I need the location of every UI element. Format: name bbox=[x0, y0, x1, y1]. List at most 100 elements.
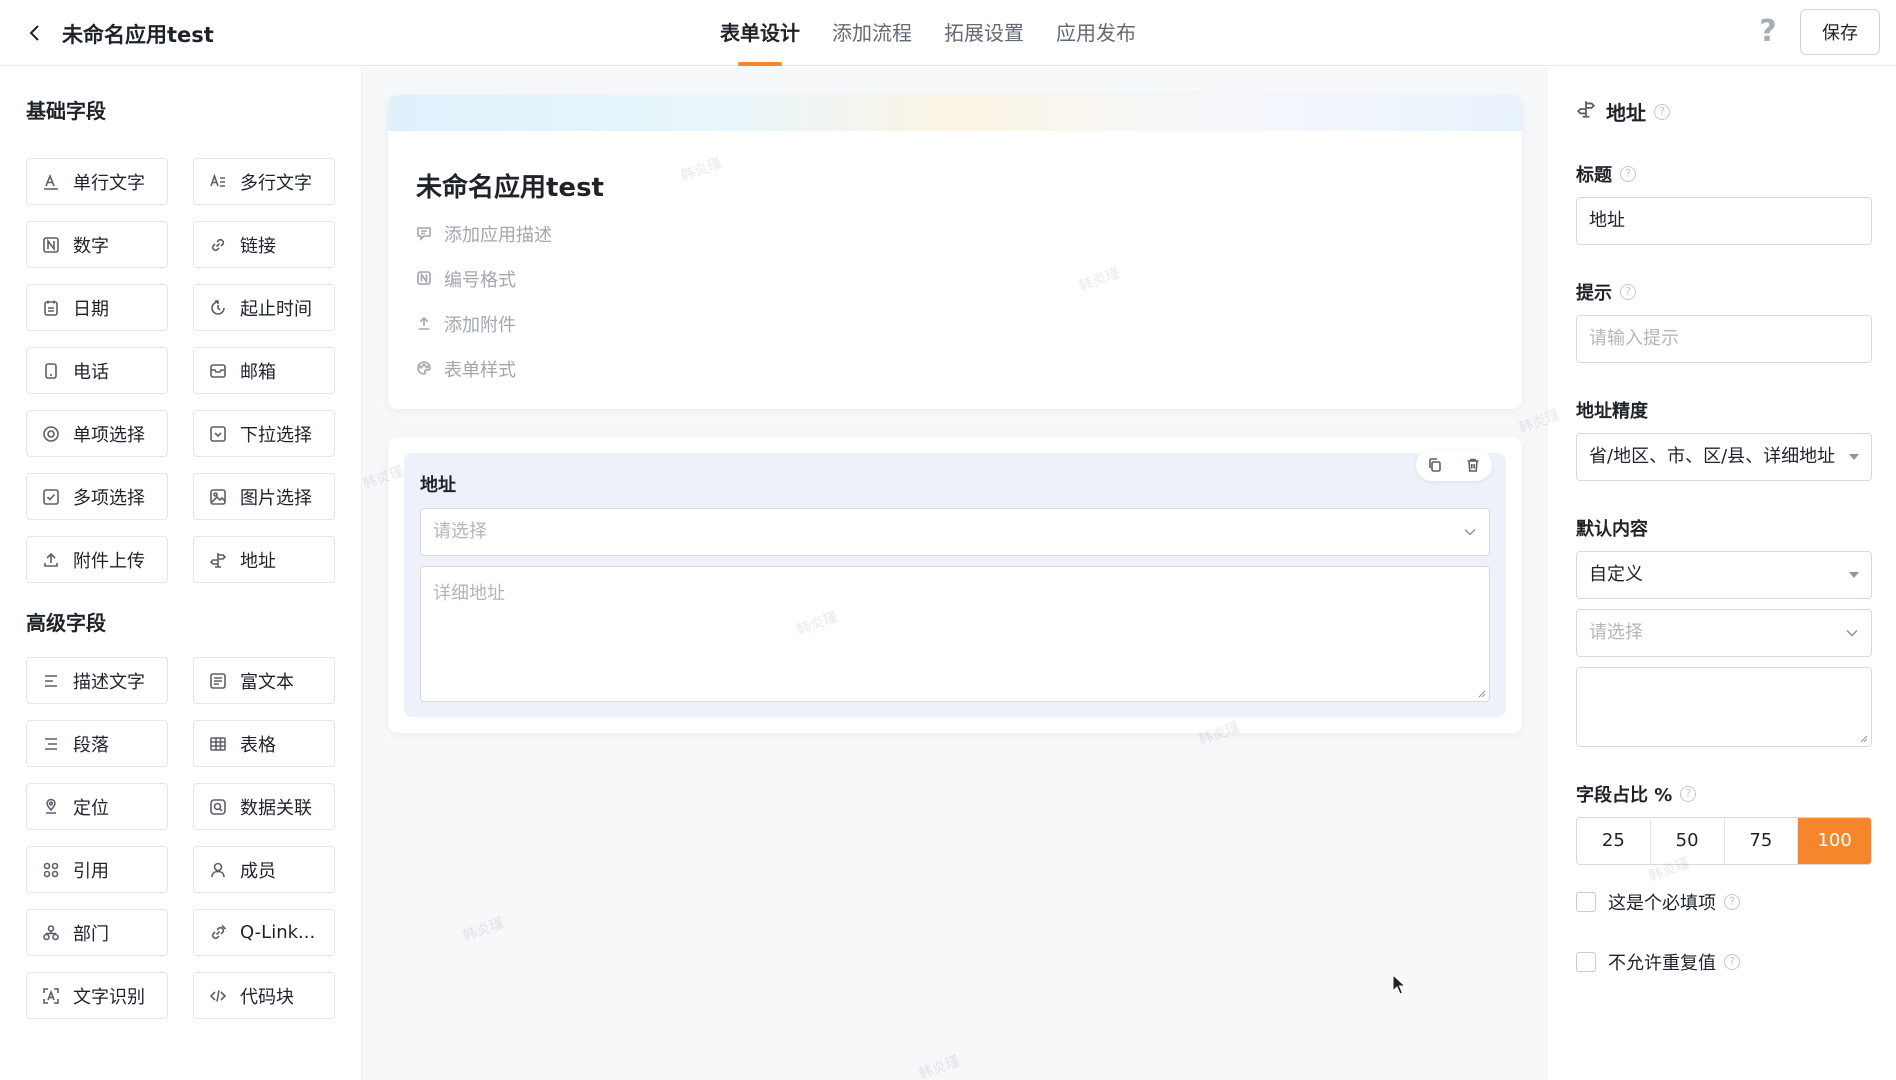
tab-form-design[interactable]: 表单设计 bbox=[720, 0, 800, 66]
radio-icon bbox=[41, 424, 61, 444]
form-banner bbox=[388, 95, 1522, 131]
field-q-link[interactable]: Q-Link... bbox=[193, 909, 335, 956]
field-date[interactable]: 日期 bbox=[26, 284, 168, 331]
form-body-card: 地址 请选择 详细地址 bbox=[388, 437, 1522, 733]
field-description[interactable]: 描述文字 bbox=[26, 657, 168, 704]
number-icon bbox=[41, 235, 61, 255]
help-circle-icon[interactable]: ? bbox=[1620, 166, 1636, 182]
precision-select[interactable]: 省/地区、市、区/县、详细地址 bbox=[1576, 433, 1872, 481]
field-label: 单行文字 bbox=[73, 172, 145, 194]
field-multi-line-text[interactable]: 多行文字 bbox=[193, 158, 335, 205]
unique-checkbox[interactable] bbox=[1576, 952, 1596, 972]
ratio-option-50[interactable]: 50 bbox=[1650, 818, 1725, 864]
help-circle-icon[interactable]: ? bbox=[1620, 284, 1636, 300]
default-content-select[interactable]: 自定义 bbox=[1576, 551, 1872, 599]
default-detail-textarea[interactable] bbox=[1576, 667, 1872, 747]
card-item-label: 编号格式 bbox=[444, 270, 516, 291]
field-radio[interactable]: 单项选择 bbox=[26, 410, 168, 457]
field-reference[interactable]: 引用 bbox=[26, 846, 168, 893]
field-mail[interactable]: 邮箱 bbox=[193, 347, 335, 394]
copy-button[interactable] bbox=[1424, 454, 1446, 476]
tab-extension-settings[interactable]: 拓展设置 bbox=[944, 0, 1024, 66]
resize-handle-icon[interactable] bbox=[1858, 733, 1868, 743]
select-placeholder: 请选择 bbox=[433, 521, 487, 542]
form-title[interactable]: 未命名应用test bbox=[416, 167, 604, 204]
link-icon bbox=[208, 235, 228, 255]
field-label: 附件上传 bbox=[73, 550, 145, 572]
detail-address-textarea[interactable]: 详细地址 bbox=[420, 566, 1490, 702]
add-attachment[interactable]: 添加附件 bbox=[416, 311, 516, 337]
field-label: 地址 bbox=[240, 550, 276, 572]
help-circle-icon[interactable]: ? bbox=[1724, 894, 1740, 910]
field-location[interactable]: 定位 bbox=[26, 783, 168, 830]
help-circle-icon[interactable]: ? bbox=[1680, 786, 1697, 802]
tab-app-publish[interactable]: 应用发布 bbox=[1056, 0, 1136, 66]
reference-icon bbox=[41, 860, 61, 880]
address-region-select[interactable]: 请选择 bbox=[420, 508, 1490, 556]
add-app-description[interactable]: 添加应用描述 bbox=[416, 221, 552, 247]
field-attachment-upload[interactable]: 附件上传 bbox=[26, 536, 168, 583]
phone-icon bbox=[41, 361, 61, 381]
back-button[interactable] bbox=[20, 18, 50, 48]
title-value: 地址 bbox=[1589, 210, 1625, 231]
field-label: 电话 bbox=[73, 361, 109, 383]
watermark: 韩炎瑾 bbox=[460, 915, 506, 945]
field-dropdown[interactable]: 下拉选择 bbox=[193, 410, 335, 457]
field-label: 邮箱 bbox=[240, 361, 276, 383]
help-circle-icon[interactable]: ? bbox=[1724, 954, 1740, 970]
resize-handle-icon[interactable] bbox=[1476, 688, 1486, 698]
help-circle-icon[interactable]: ? bbox=[1654, 103, 1670, 120]
field-label: 引用 bbox=[73, 860, 109, 882]
default-region-select[interactable]: 请选择 bbox=[1576, 609, 1872, 657]
field-code-block[interactable]: 代码块 bbox=[193, 972, 335, 1019]
field-label: 起止时间 bbox=[240, 298, 312, 320]
numbering-format[interactable]: 编号格式 bbox=[416, 266, 516, 292]
field-address[interactable]: 地址 bbox=[193, 536, 335, 583]
field-image-select[interactable]: 图片选择 bbox=[193, 473, 335, 520]
card-item-label: 添加附件 bbox=[444, 315, 516, 336]
number-icon bbox=[416, 270, 434, 288]
field-label: 多行文字 bbox=[240, 172, 312, 194]
field-label: 成员 bbox=[240, 860, 276, 882]
field-rich-text[interactable]: 富文本 bbox=[193, 657, 335, 704]
chevron-down-icon bbox=[1846, 629, 1858, 637]
field-paragraph[interactable]: 段落 bbox=[26, 720, 168, 767]
required-label: 这是个必填项 bbox=[1608, 893, 1716, 914]
ratio-option-25[interactable]: 25 bbox=[1577, 818, 1651, 864]
field-checkbox[interactable]: 多项选择 bbox=[26, 473, 168, 520]
hint-input[interactable]: 请输入提示 bbox=[1576, 315, 1872, 363]
tab-add-process[interactable]: 添加流程 bbox=[832, 0, 912, 66]
field-data-association[interactable]: 数据关联 bbox=[193, 783, 335, 830]
field-number[interactable]: 数字 bbox=[26, 221, 168, 268]
top-header: 未命名应用test 表单设计 添加流程 拓展设置 应用发布 ? 保存 bbox=[0, 0, 1896, 66]
required-checkbox[interactable] bbox=[1576, 892, 1596, 912]
form-header-card: 未命名应用test 添加应用描述 编号格式 添加附件 表单样式 bbox=[388, 95, 1522, 409]
title-input[interactable]: 地址 bbox=[1576, 197, 1872, 245]
hint-label: 提示? bbox=[1576, 279, 1636, 305]
upload-icon bbox=[41, 550, 61, 570]
save-button[interactable]: 保存 bbox=[1800, 9, 1880, 55]
address-field-label: 地址 bbox=[420, 475, 456, 496]
table-icon bbox=[208, 734, 228, 754]
field-phone[interactable]: 电话 bbox=[26, 347, 168, 394]
field-table[interactable]: 表格 bbox=[193, 720, 335, 767]
field-label: 日期 bbox=[73, 298, 109, 320]
field-time-range[interactable]: 起止时间 bbox=[193, 284, 335, 331]
ratio-option-100[interactable]: 100 bbox=[1798, 818, 1871, 864]
field-ocr[interactable]: 文字识别 bbox=[26, 972, 168, 1019]
field-member[interactable]: 成员 bbox=[193, 846, 335, 893]
unique-checkbox-row[interactable]: 不允许重复值 ? bbox=[1576, 949, 1740, 975]
field-department[interactable]: 部门 bbox=[26, 909, 168, 956]
single-line-text-icon bbox=[41, 172, 61, 192]
card-item-label: 表单样式 bbox=[444, 360, 516, 381]
help-icon[interactable]: ? bbox=[1754, 16, 1782, 48]
field-link[interactable]: 链接 bbox=[193, 221, 335, 268]
watermark: 韩炎瑾 bbox=[916, 1053, 962, 1080]
field-single-line-text[interactable]: 单行文字 bbox=[26, 158, 168, 205]
required-checkbox-row[interactable]: 这是个必填项 ? bbox=[1576, 889, 1740, 915]
ratio-option-75[interactable]: 75 bbox=[1724, 818, 1799, 864]
address-field-block[interactable]: 地址 请选择 详细地址 bbox=[404, 449, 1506, 717]
delete-button[interactable] bbox=[1462, 454, 1484, 476]
form-style[interactable]: 表单样式 bbox=[416, 356, 516, 382]
data-link-icon bbox=[208, 797, 228, 817]
